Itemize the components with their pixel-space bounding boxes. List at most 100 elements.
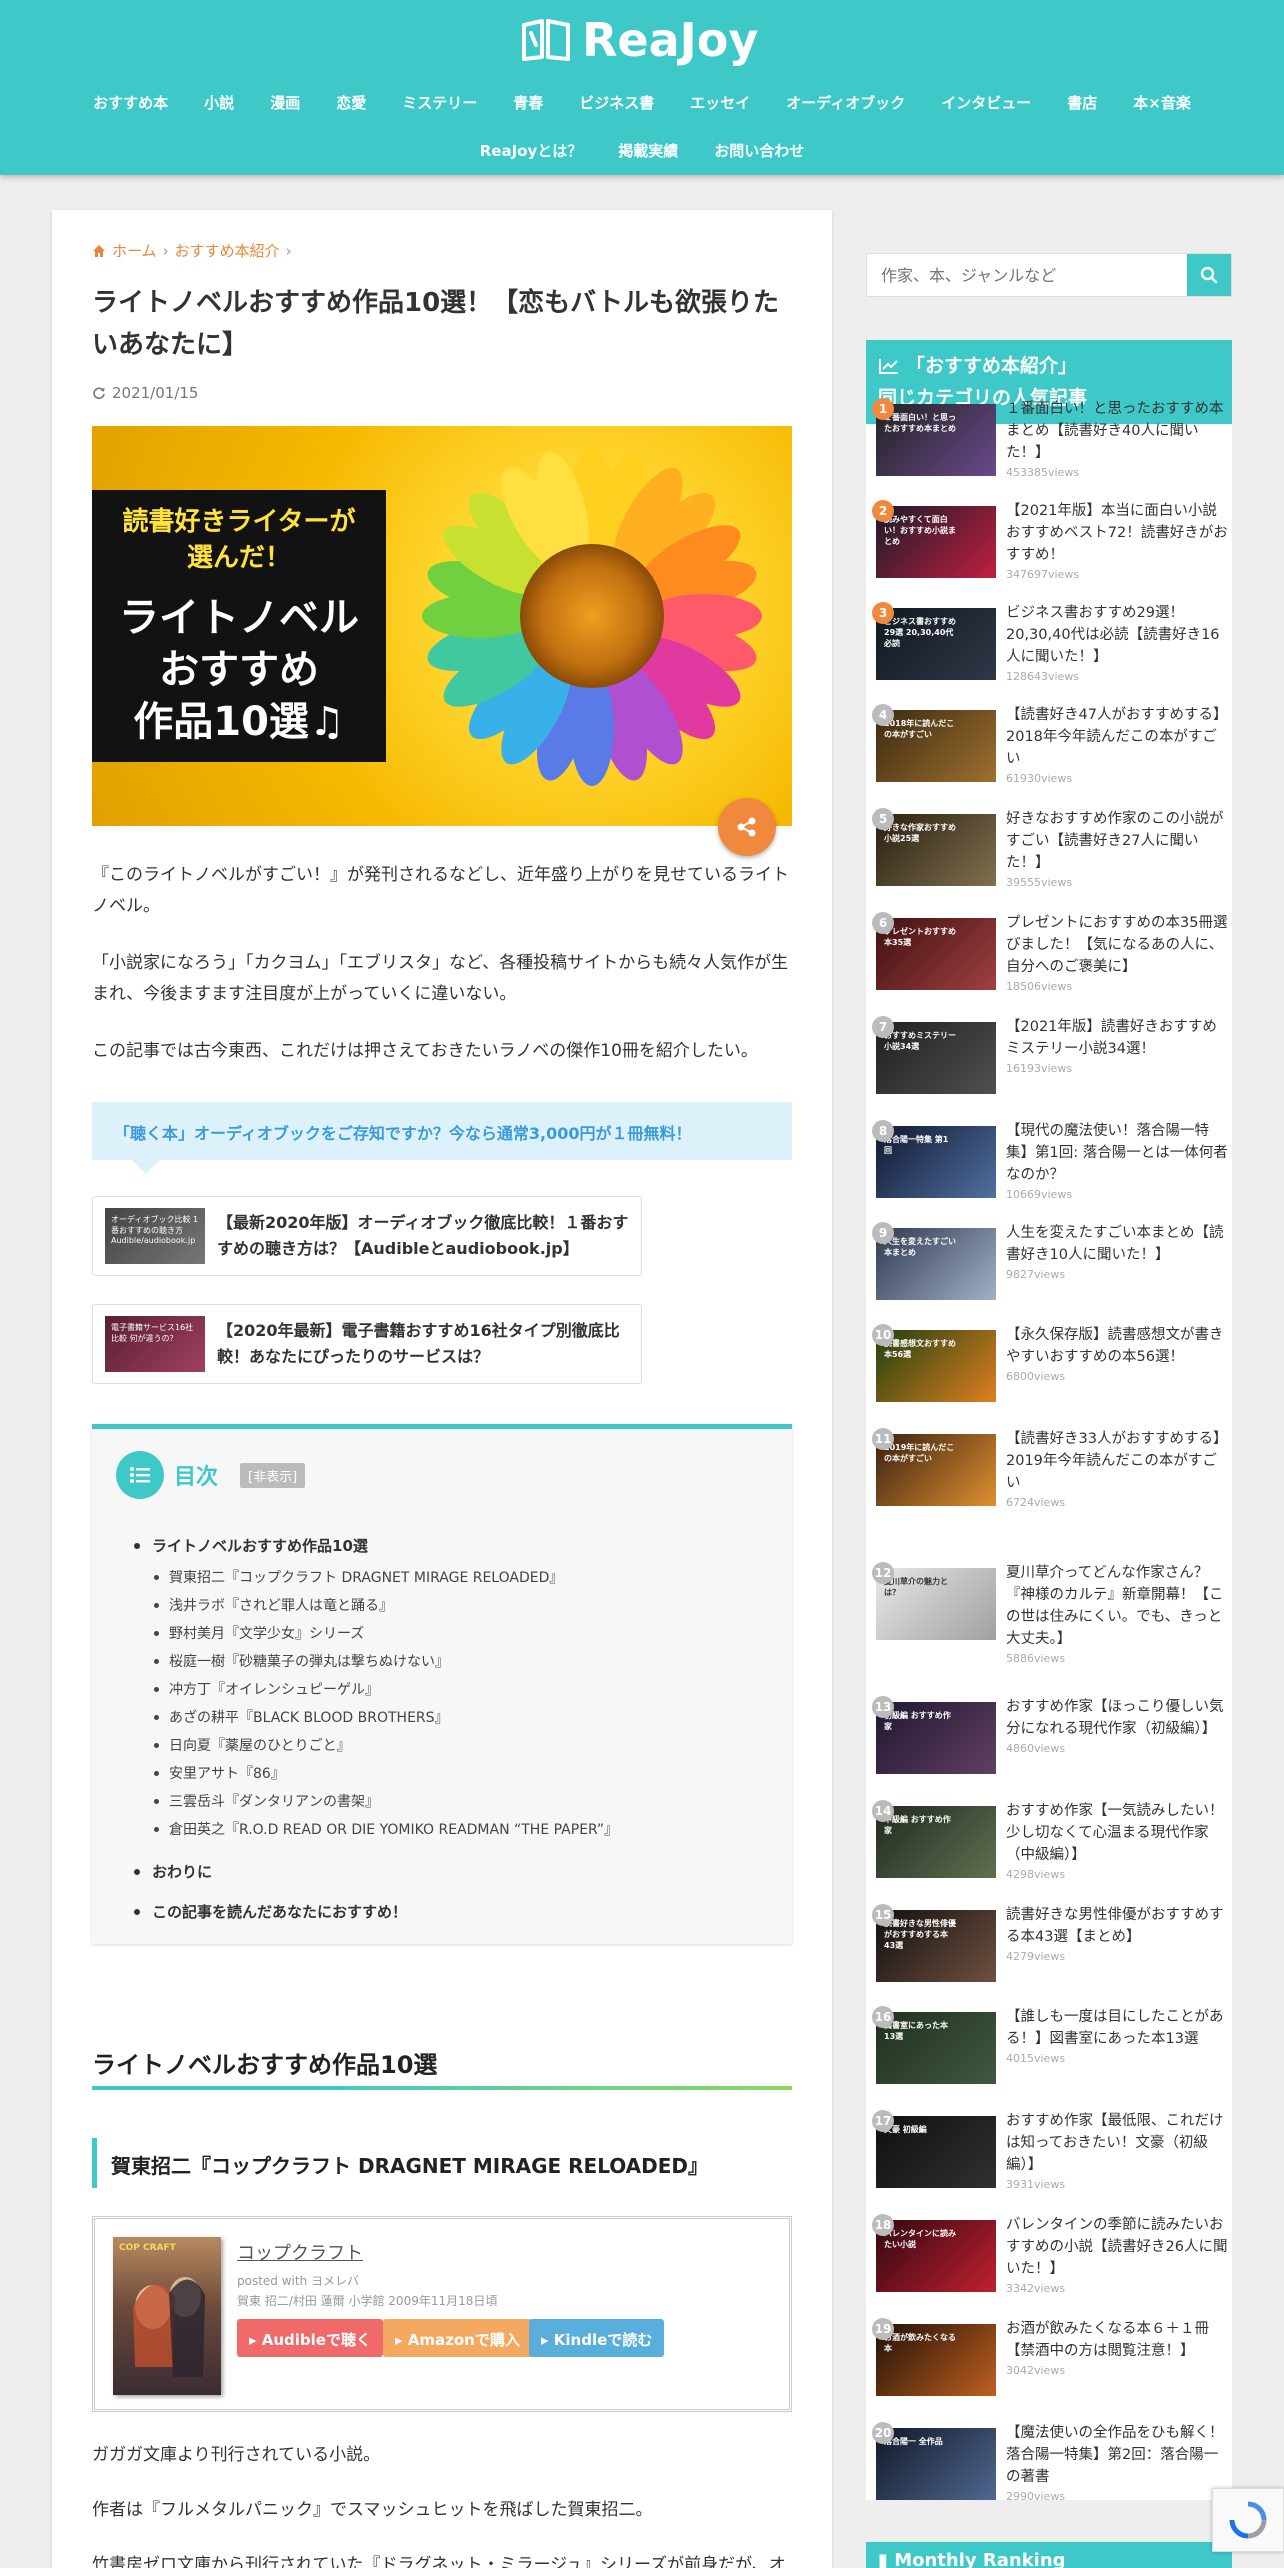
toc-subitem[interactable]: 三雲岳斗『ダンタリアンの書架』 xyxy=(154,1791,379,1811)
toc-item[interactable]: おわりに xyxy=(134,1861,212,1882)
popular-article-item[interactable]: 読書感想文おすすめ本56選 10 【永久保存版】読書感想文が書きやすいおすすめの本5… xyxy=(872,1324,1226,1410)
toc-subitem[interactable]: 日向夏『薬屋のひとりごと』 xyxy=(154,1735,351,1755)
thumbnail-caption: 読みやすくて面白い！おすすめ小説まとめ xyxy=(884,515,956,546)
popular-article-item[interactable]: 夏川草介の魅力とは？ 12 夏川草介ってどんな作家さん？『神様のカルテ』新章開幕！【… xyxy=(872,1562,1226,1665)
chevron-right-icon: › xyxy=(162,241,169,260)
popular-article-item[interactable]: 好きな作家おすすめ小説25選 5 好きなおすすめ作家のこの小説がすごい【読書好き27… xyxy=(872,808,1226,894)
book-title-link[interactable]: コップクラフト xyxy=(237,2239,363,2265)
article-thumbnail: 読書好きな男性俳優がおすすめする本43選 xyxy=(876,1910,996,1982)
popular-article-item[interactable]: 落合陽一 全作品 20 【魔法使いの全作品をひも解く！落合陽一特集】第2回：落合陽一… xyxy=(872,2422,1226,2508)
info-banner-tail xyxy=(132,1160,160,1174)
popular-article-item[interactable]: 2018年に読んだこの本がすごい 4 【読書好き47人がおすすめする】2018年今年… xyxy=(872,704,1228,790)
article-thumbnail: プレゼントおすすめ本35選 xyxy=(876,918,996,990)
popular-article-item[interactable]: 図書室にあった本13選 16 【誰しも一度は目にしたことがある！】図書室にあった本1… xyxy=(872,2006,1226,2092)
article-thumbnail: 好きな作家おすすめ小説25選 xyxy=(876,814,996,886)
related-link-card-ebook[interactable]: 電子書籍サービス16社比較 何が違うの？ 【2020年最新】電子書籍おすすめ16… xyxy=(92,1304,642,1384)
nav-item-recommend[interactable]: おすすめ本 xyxy=(75,88,186,117)
thumbnail-caption: １番面白い！と思ったおすすめ本まとめ xyxy=(884,413,956,433)
article-title: 【現代の魔法使い！落合陽一特集】第1回: 落合陽一とは一体何者なのか？ xyxy=(1006,1123,1228,1183)
toc-item[interactable]: ライトノベルおすすめ作品10選 xyxy=(134,1535,368,1556)
toc-subitem[interactable]: あざの耕平『BLACK BLOOD BROTHERS』 xyxy=(154,1707,449,1727)
toc-item[interactable]: この記事を読んだあなたにおすすめ！ xyxy=(134,1901,407,1922)
nav-item-youth[interactable]: 青春 xyxy=(495,88,561,117)
toc-subitem[interactable]: 安里アサト『86』 xyxy=(154,1763,285,1783)
toc-subitem[interactable]: 冲方丁『オイレンシュピーゲル』 xyxy=(154,1679,379,1699)
nav-item-mystery[interactable]: ミステリー xyxy=(384,88,495,117)
popular-article-item[interactable]: 落合陽一特集 第1回 8 【現代の魔法使い！落合陽一特集】第1回: 落合陽一とは一体… xyxy=(872,1120,1228,1206)
rank-number-badge: 1 xyxy=(872,398,894,420)
site-logo[interactable]: ReaJoy xyxy=(520,12,758,68)
breadcrumb-category[interactable]: おすすめ本紹介 xyxy=(175,240,280,261)
audible-button[interactable]: ▸ Audibleで聴く xyxy=(237,2319,383,2357)
article-thumbnail: 中級編 おすすめ作家 xyxy=(876,1806,996,1878)
popular-article-item[interactable]: 読書好きな男性俳優がおすすめする本43選 15 読書好きな男性俳優がおすすめする本4… xyxy=(872,1904,1226,1990)
popular-article-item[interactable]: お酒が飲みたくなる本 19 お酒が飲みたくなる本６＋１冊【禁酒中の方は閲覧注意！】 3… xyxy=(872,2318,1226,2404)
popular-article-item[interactable]: 2019年に読んだこの本がすごい 11 【読書好き33人がおすすめする】2019年今… xyxy=(872,1428,1228,1514)
search-button[interactable] xyxy=(1187,254,1231,296)
book-cover-title: COP CRAFT xyxy=(119,2243,176,2253)
article-thumbnail: 文豪 初級編 xyxy=(876,2116,996,2188)
popular-article-item[interactable]: 中級編 おすすめ作家 14 おすすめ作家【一気読みしたい！少し切なくて心温まる現代作… xyxy=(872,1800,1226,1886)
nav-item-business[interactable]: ビジネス書 xyxy=(561,88,672,117)
view-count: 347697views xyxy=(1006,568,1080,581)
main-nav: おすすめ本 小説 漫画 恋愛 ミステリー 青春 ビジネス書 エッセイ オーディオ… xyxy=(0,88,1284,117)
refresh-icon xyxy=(93,387,105,400)
nav-item-audiobook[interactable]: オーディオブック xyxy=(768,88,923,117)
share-button[interactable] xyxy=(718,798,776,856)
article-title: 人生を変えたすごい本まとめ【読書好き10人に聞いた！】 xyxy=(1006,1225,1224,1263)
kindle-button[interactable]: ▸ Kindleで読む xyxy=(529,2319,665,2357)
toc-subitem[interactable]: 桜庭一樹『砂糖菓子の弾丸は撃ちぬけない』 xyxy=(154,1651,449,1671)
rank-number-badge: 20 xyxy=(872,2422,894,2444)
toc-subitem[interactable]: 浅井ラボ『されど罪人は竜と踊る』 xyxy=(154,1595,393,1615)
view-count: 4015views xyxy=(1006,2052,1066,2065)
toc-subitem[interactable]: 倉田英之『R.O.D READ OR DIE YOMIKO READMAN “T… xyxy=(154,1819,618,1839)
toc-toggle-button[interactable]: [非表示] xyxy=(240,1462,306,1488)
view-count: 6724views xyxy=(1006,1496,1066,1509)
recaptcha-badge[interactable] xyxy=(1212,2488,1284,2552)
article-title: おすすめ作家【最低限、これだけは知っておきたい！文豪（初級編）】 xyxy=(1006,2113,1224,2173)
share-icon xyxy=(737,817,756,837)
book-cover-art xyxy=(133,2277,205,2377)
view-count: 39555views xyxy=(1006,876,1073,889)
article-title: 【魔法使いの全作品をひも解く！落合陽一特集】第2回：落合陽一の著書 xyxy=(1006,2425,1224,2485)
nav-item-media[interactable]: 掲載実績 xyxy=(600,136,696,165)
popular-article-item[interactable]: 文豪 初級編 17 おすすめ作家【最低限、これだけは知っておきたい！文豪（初級編）】… xyxy=(872,2110,1226,2196)
nav-item-interview[interactable]: インタビュー xyxy=(923,88,1049,117)
article-title: 【2021年版】読書好きおすすめミステリー小説34選！ xyxy=(1006,1019,1217,1057)
rank-number-badge: 6 xyxy=(872,912,894,934)
popular-article-item[interactable]: １番面白い！と思ったおすすめ本まとめ 1 １番面白い！と思ったおすすめ本まとめ【読書… xyxy=(872,398,1226,484)
view-count: 2990views xyxy=(1006,2490,1066,2503)
rank-number-badge: 19 xyxy=(872,2318,894,2340)
popular-article-item[interactable]: プレゼントおすすめ本35選 6 プレゼントにおすすめの本35冊選びました！【気になる… xyxy=(872,912,1227,998)
nav-item-manga[interactable]: 漫画 xyxy=(252,88,318,117)
nav-item-about[interactable]: ReaJoyとは？ xyxy=(462,136,601,165)
article-title: 【読書好き47人がおすすめする】2018年今年読んだこの本がすごい xyxy=(1006,707,1228,767)
book-author-publisher: 賀東 招二/村田 蓮爾 小学館 2009年11月18日頃 xyxy=(237,2294,498,2308)
search-input[interactable] xyxy=(867,254,1187,296)
nav-item-novel[interactable]: 小説 xyxy=(186,88,252,117)
book-cover-image[interactable]: COP CRAFT xyxy=(113,2237,221,2395)
nav-item-bookstore[interactable]: 書店 xyxy=(1049,88,1115,117)
nav-item-romance[interactable]: 恋愛 xyxy=(318,88,384,117)
popular-article-item[interactable]: 初級編 おすすめ作家 13 おすすめ作家【ほっこり優しい気分になれる現代作家（初級編… xyxy=(872,1696,1226,1782)
audible-button-label: Audibleで聴く xyxy=(261,2331,371,2349)
chart-line-icon xyxy=(879,359,898,374)
popular-article-item[interactable]: 読みやすくて面白い！おすすめ小説まとめ 2 【2021年版】本当に面白い小説おすすめ… xyxy=(872,500,1228,586)
amazon-button[interactable]: ▸ Amazonで購入 xyxy=(383,2319,532,2357)
popular-article-item[interactable]: ビジネス書おすすめ29選 20,30,40代必読 3 ビジネス書おすすめ29選！20… xyxy=(872,602,1226,688)
nav-item-contact[interactable]: お問い合わせ xyxy=(696,136,822,165)
amazon-button-label: Amazonで購入 xyxy=(407,2331,520,2349)
related-link-card-audiobook[interactable]: オーディオブック比較 1番おすすめの聴き方 Audible/audiobook.… xyxy=(92,1196,642,1276)
popular-article-item[interactable]: おすすめミステリー小説34選 7 【2021年版】読書好きおすすめミステリー小説34… xyxy=(872,1016,1226,1102)
toc-subitem[interactable]: 野村美月『文学少女』シリーズ xyxy=(154,1623,364,1643)
toc-subitem[interactable]: 賀東招二『コップクラフト DRAGNET MIRAGE RELOADED』 xyxy=(154,1567,563,1587)
popular-article-item[interactable]: 人生を変えたすごい本まとめ 9 人生を変えたすごい本まとめ【読書好き10人に聞いた！… xyxy=(872,1222,1226,1308)
popular-article-item[interactable]: バレンタインに読みたい小説 18 バレンタインの季節に読みたいおすすめの小説【読書好… xyxy=(872,2214,1227,2300)
article-title: 【読書好き33人がおすすめする】2019年今年読んだこの本がすごい xyxy=(1006,1431,1228,1491)
intro-paragraph-2: 「小説家になろう」「カクヨム」「エブリスタ」など、各種投稿サイトからも続々人気作… xyxy=(92,953,789,1004)
nav-item-music[interactable]: 本×音楽 xyxy=(1115,88,1209,117)
nav-item-essay[interactable]: エッセイ xyxy=(672,88,768,117)
breadcrumb-home[interactable]: ホーム xyxy=(112,240,157,261)
monthly-ranking-title: Monthly Ranking xyxy=(894,2550,1066,2568)
audiobook-info-banner[interactable]: 「聴く本」オーディオブックをご存知ですか？今なら通常3,000円が１冊無料！ xyxy=(92,1102,792,1160)
